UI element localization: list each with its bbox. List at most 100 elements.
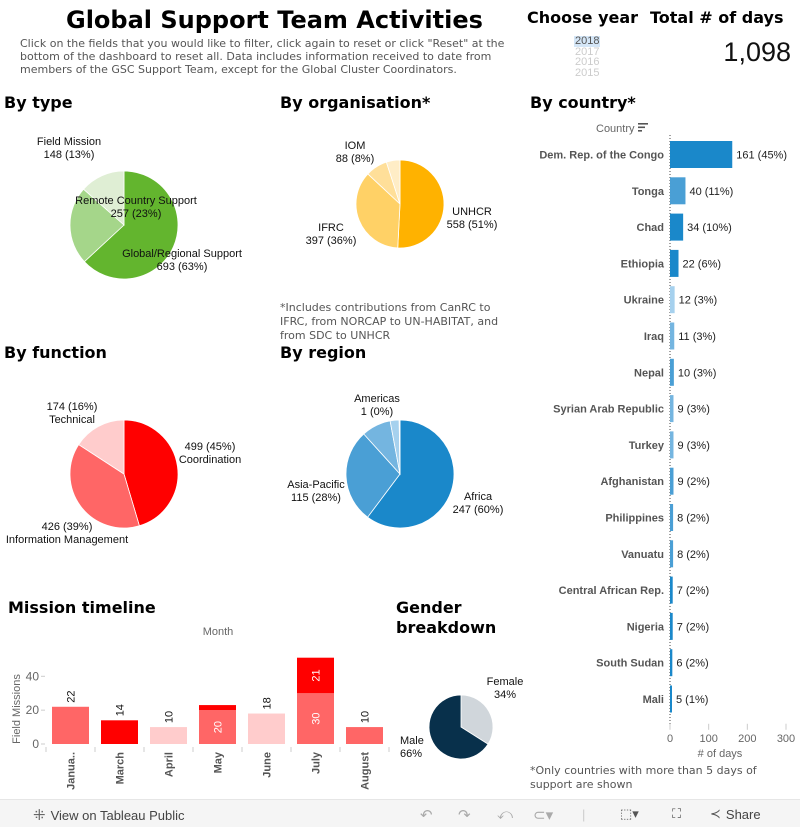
pie-chart-gender <box>428 694 494 760</box>
country-label[interactable]: South Sudan <box>596 658 664 670</box>
month-label[interactable]: May <box>213 751 225 773</box>
country-bar[interactable] <box>670 649 673 677</box>
country-label[interactable]: Nigeria <box>627 621 665 633</box>
timeline-bar-top[interactable] <box>199 705 236 711</box>
y-axis-title: Field Missions <box>11 674 23 744</box>
country-label[interactable]: Afghanistan <box>600 476 664 488</box>
timeline-segment-label: 20 <box>213 721 225 733</box>
view-on-tableau-public-link[interactable]: ⁜ View on Tableau Public <box>33 806 185 824</box>
month-label[interactable]: April <box>164 752 176 777</box>
x-tick-label: 100 <box>699 733 717 745</box>
country-axis-label: Country <box>596 123 635 135</box>
pie-label-remote-country-support: Remote Country Support 257 (23%) <box>75 195 197 220</box>
country-bar[interactable] <box>670 141 733 168</box>
timeline-bar-light[interactable] <box>150 727 187 744</box>
country-value-label: 34 (10%) <box>687 222 732 234</box>
country-label[interactable]: Central African Rep. <box>559 585 664 597</box>
country-bar[interactable] <box>670 249 679 277</box>
country-label[interactable]: Ukraine <box>624 295 664 307</box>
timeline-bar-chart: Month Field Missions 0 20 40 22 Janua.. 14 March… <box>11 626 390 790</box>
country-value-label: 161 (45%) <box>736 150 787 162</box>
timeline-total-label: 22 <box>66 691 78 703</box>
country-axis-header[interactable]: Country <box>596 123 648 135</box>
timeline-bar-base[interactable] <box>52 706 89 744</box>
pie-label-coordination: 499 (45%) Coordination <box>178 441 242 466</box>
month-label[interactable]: June <box>262 752 274 778</box>
country-label[interactable]: Vanuatu <box>621 549 664 561</box>
country-bar[interactable] <box>670 177 686 205</box>
country-bar[interactable] <box>670 612 673 640</box>
month-label[interactable]: August <box>360 752 372 790</box>
share-label: Share <box>725 806 761 822</box>
country-bar-chart: Dem. Rep. of the Congo 161 (45%) Tonga 40 (… <box>539 135 795 760</box>
country-bar[interactable] <box>670 395 674 423</box>
x-axis-title: Month <box>203 626 234 638</box>
pie-slice-unhcr[interactable] <box>397 159 445 249</box>
x-axis-title: # of days <box>698 748 743 760</box>
country-value-label: 9 (3%) <box>677 404 709 416</box>
sort-icon[interactable] <box>637 123 648 135</box>
y-tick-label: 20 <box>26 703 40 717</box>
pie-label-asia-pacific: Asia-Pacific 115 (28%) <box>287 479 345 504</box>
pie-label-field-mission: Field Mission 148 (13%) <box>36 136 102 161</box>
country-value-label: 9 (3%) <box>677 440 709 452</box>
country-value-label: 40 (11%) <box>689 186 733 198</box>
country-bar[interactable] <box>670 540 674 568</box>
country-bar[interactable] <box>670 322 675 350</box>
tableau-logo-icon: ⁜ <box>33 807 46 824</box>
country-label[interactable]: Philippines <box>605 513 664 525</box>
x-tick-label: 300 <box>777 733 795 745</box>
pie-chart-organisation <box>355 159 445 249</box>
pie-label-iom: IOM 88 (8%) <box>335 140 375 165</box>
y-tick-label: 0 <box>32 737 39 751</box>
country-value-label: 5 (1%) <box>676 694 708 706</box>
country-bar[interactable] <box>670 685 672 713</box>
x-tick-label: 0 <box>667 733 673 745</box>
x-tick-label: 200 <box>738 733 756 745</box>
country-bar[interactable] <box>670 286 675 314</box>
timeline-bar-top[interactable] <box>101 720 138 744</box>
pie-label-technical: 174 (16%) Technical <box>46 401 98 426</box>
country-label[interactable]: Dem. Rep. of the Congo <box>539 150 664 162</box>
country-label[interactable]: Iraq <box>644 331 664 343</box>
share-icon: ≺ <box>710 806 721 821</box>
country-label[interactable]: Nepal <box>634 367 664 379</box>
month-label[interactable]: Janua.. <box>66 752 78 790</box>
toolbar-divider: | <box>582 807 586 822</box>
month-label[interactable]: March <box>115 752 127 785</box>
country-label[interactable]: Syrian Arab Republic <box>553 404 664 416</box>
timeline-bar-light[interactable] <box>248 713 285 744</box>
country-value-label: 12 (3%) <box>679 295 718 307</box>
country-label[interactable]: Turkey <box>629 440 665 452</box>
country-label[interactable]: Chad <box>637 222 665 234</box>
country-bar[interactable] <box>670 576 673 604</box>
country-label[interactable]: Ethiopia <box>621 258 665 270</box>
y-tick-label: 40 <box>26 669 40 683</box>
country-bar[interactable] <box>670 358 674 386</box>
revert-icon[interactable]: ⤺ <box>497 806 513 823</box>
country-bar[interactable] <box>670 431 674 459</box>
country-bar[interactable] <box>670 504 674 531</box>
country-label[interactable]: Tonga <box>632 186 665 198</box>
country-value-label: 11 (3%) <box>678 331 716 343</box>
country-bar[interactable] <box>670 467 674 495</box>
pie-chart-function <box>69 419 179 529</box>
pie-chart-region <box>345 419 455 529</box>
refresh-icon[interactable]: ⊂▾ <box>533 806 553 824</box>
undo-icon[interactable]: ↶ <box>420 806 433 824</box>
pie-label-male: Male 66% <box>400 735 424 760</box>
share-button[interactable]: ≺ Share <box>710 806 761 822</box>
country-value-label: 7 (2%) <box>677 621 709 633</box>
month-label[interactable]: July <box>311 751 323 774</box>
country-label[interactable]: Mali <box>643 694 664 706</box>
tableau-toolbar: ⁜ View on Tableau Public ↶ ↷ ⤺ ⊂▾ | ⬚▾ ⛶… <box>0 799 800 827</box>
redo-icon[interactable]: ↷ <box>458 806 471 824</box>
timeline-segment-label: 21 <box>311 669 323 681</box>
download-icon[interactable]: ⬚▾ <box>620 806 639 822</box>
fullscreen-icon[interactable]: ⛶ <box>672 806 681 822</box>
country-bar[interactable] <box>670 213 684 241</box>
country-value-label: 8 (2%) <box>677 549 709 561</box>
country-value-label: 7 (2%) <box>677 585 709 597</box>
timeline-segment-label: 30 <box>311 712 323 724</box>
timeline-bar-base[interactable] <box>346 727 383 744</box>
